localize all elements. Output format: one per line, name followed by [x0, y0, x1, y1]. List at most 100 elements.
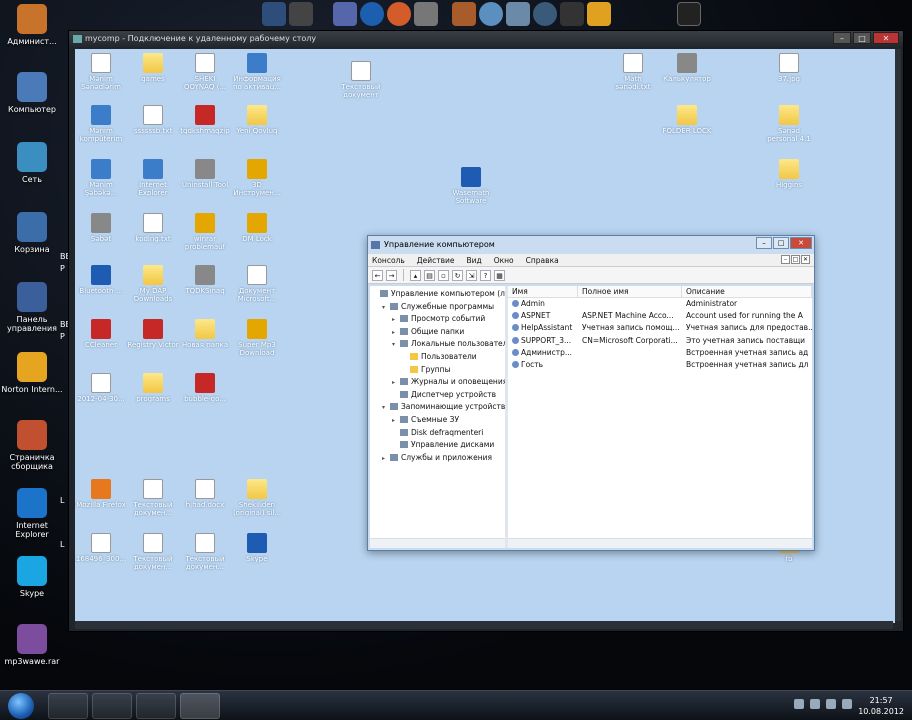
tools-icon[interactable] — [452, 2, 476, 26]
remote-desktop-icon-20[interactable]: Səbət — [75, 213, 127, 243]
tray-arrow-icon[interactable] — [794, 699, 804, 709]
remote-desktop-icon-42[interactable]: Skype — [231, 533, 283, 563]
cm-minimize-button[interactable]: – — [756, 237, 772, 249]
user-row[interactable]: HelpAssistant Учетная запись помощ... Учет… — [508, 322, 812, 334]
desktop-icon-1[interactable]: Компьютер — [1, 72, 63, 114]
remote-desktop-icon-11[interactable]: Yeni Qovluq — [231, 105, 283, 135]
user-row[interactable]: Администр... Встроенная учетная запись ад — [508, 347, 812, 359]
forward-icon[interactable]: → — [386, 269, 397, 281]
remote-desktop-icon-24[interactable]: Bluetooth-... — [75, 265, 127, 295]
tree-scrollbar[interactable] — [370, 538, 505, 548]
tree-item[interactable]: Disk defraqmenteri — [370, 427, 505, 440]
tree-item[interactable]: Пользователи — [370, 351, 505, 364]
speedometer-icon[interactable] — [533, 2, 557, 26]
remote-desktop-icon-13[interactable]: Sənəd personal 4.1 — [763, 105, 815, 143]
remote-desktop-icon[interactable] — [180, 693, 220, 719]
tree-item[interactable]: ▸ Журналы и оповещения — [370, 376, 505, 389]
paint-icon[interactable] — [136, 693, 176, 719]
gamepad-icon[interactable] — [333, 2, 357, 26]
expand-icon[interactable]: ▸ — [382, 453, 390, 466]
tree-item[interactable]: ▸ Общие папки — [370, 326, 505, 339]
monitor-icon[interactable] — [289, 2, 313, 26]
remote-desktop-icon-0[interactable]: Mənim Sənədlərim — [75, 53, 127, 91]
remote-desktop-icon-41[interactable]: Текстовый докумен... — [179, 533, 231, 571]
rdp-horizontal-scrollbar[interactable] — [75, 621, 893, 629]
desktop-icon-2[interactable]: Сеть — [1, 142, 63, 184]
remote-desktop-icon-39[interactable]: 168496_300... — [75, 533, 127, 563]
close-button[interactable]: ✕ — [873, 32, 899, 44]
tree-item[interactable]: Диспетчер устройств — [370, 389, 505, 402]
remote-desktop-icon-10[interactable]: tqdkshmaqzip — [179, 105, 231, 135]
remote-desktop-icon-12[interactable]: FOLDER LOCK — [661, 105, 713, 135]
calculator-icon[interactable] — [414, 2, 438, 26]
media-player-icon[interactable] — [360, 2, 384, 26]
checkbox-icon[interactable] — [677, 2, 701, 26]
child-restore-button[interactable]: □ — [791, 255, 800, 264]
desktop-icon-8[interactable]: Skype — [1, 556, 63, 598]
user-row[interactable]: Гость Встроенная учетная запись дл — [508, 359, 812, 371]
clock[interactable]: 21:57 10.08.2012 — [858, 695, 904, 717]
column-name[interactable]: Имя — [508, 286, 578, 297]
remote-desktop-icon-5[interactable]: Math sənədi.txt — [607, 53, 659, 91]
desktop-icon-6[interactable]: Страничка сборщика — [1, 420, 63, 471]
globe-icon[interactable] — [479, 2, 503, 26]
cm-maximize-button[interactable]: □ — [773, 237, 789, 249]
rdp-vertical-scrollbar[interactable] — [895, 49, 901, 621]
properties-icon[interactable]: ▫ — [438, 269, 449, 281]
remote-desktop-icon-15[interactable]: Internet Explorer — [127, 159, 179, 197]
desktop-icon-5[interactable]: Norton Intern... — [1, 352, 63, 394]
help-icon[interactable]: ? — [480, 269, 491, 281]
desktop-icon-0[interactable]: Админист... — [1, 4, 63, 46]
view-icon[interactable]: ▦ — [494, 269, 505, 281]
maximize-button[interactable]: □ — [853, 32, 871, 44]
terminal-icon[interactable] — [560, 2, 584, 26]
tree-item[interactable]: Управление компьютером (лок — [370, 288, 505, 301]
child-minimize-button[interactable]: – — [781, 255, 790, 264]
network-icon[interactable] — [506, 2, 530, 26]
remote-desktop-icon-30[interactable]: Новая папка — [179, 319, 231, 349]
menu-item-2[interactable]: Вид — [467, 256, 482, 265]
remote-desktop-icon-26[interactable]: TQDKSınaq — [179, 265, 231, 295]
windows-flag-icon[interactable] — [587, 2, 611, 26]
remote-desktop-icon-18[interactable]: Wasemath Software — [445, 167, 497, 205]
remote-desktop-icon-33[interactable]: programs — [127, 373, 179, 403]
tree-item[interactable]: ▸ Просмотр событий — [370, 313, 505, 326]
desktop-icon-3[interactable]: Корзина — [1, 212, 63, 254]
back-icon[interactable]: ← — [372, 269, 383, 281]
show-tree-icon[interactable]: ▤ — [424, 269, 435, 281]
tree-item[interactable]: ▸ Съемные ЗУ — [370, 414, 505, 427]
paint-icon[interactable] — [387, 2, 411, 26]
start-button[interactable] — [8, 693, 34, 719]
remote-desktop-icon-29[interactable]: Registry Victor — [127, 319, 179, 349]
rdp-title-bar[interactable]: mycomp - Подключение к удаленному рабоче… — [69, 31, 903, 47]
tree-item[interactable]: Группы — [370, 364, 505, 377]
explorer-icon[interactable] — [48, 693, 88, 719]
app-icon[interactable] — [262, 2, 286, 26]
remote-desktop-icon-32[interactable]: 2012-04-30... — [75, 373, 127, 403]
user-row[interactable]: Admin Administrator — [508, 298, 812, 310]
menu-item-3[interactable]: Окно — [494, 256, 514, 265]
remote-desktop-icon-27[interactable]: Документ Microsoft... — [231, 265, 283, 303]
user-row[interactable]: SUPPORT_3... CN=Microsoft Corporati... Это… — [508, 335, 812, 347]
desktop-icon-7[interactable]: Internet Explorer — [1, 488, 63, 539]
refresh-icon[interactable]: ↻ — [452, 269, 463, 281]
remote-desktop-icon-1[interactable]: games — [127, 53, 179, 83]
remote-desktop-icon-8[interactable]: Mənim kompüterim — [75, 105, 127, 143]
tree-item[interactable]: ▾ Локальные пользовател — [370, 338, 505, 351]
cm-title-bar[interactable]: Управление компьютером – □ ✕ — [368, 236, 814, 254]
list-scrollbar[interactable] — [508, 538, 812, 548]
tree-item[interactable]: ▸ Службы и приложения — [370, 452, 505, 465]
tree-item[interactable]: Управление дисками — [370, 439, 505, 452]
remote-desktop-icon-16[interactable]: Uninstall Tool — [179, 159, 231, 189]
up-folder-icon[interactable]: ▴ — [410, 269, 421, 281]
remote-desktop-icon-34[interactable]: bubble-go... — [179, 373, 231, 403]
remote-desktop-icon-14[interactable]: Mənim Şəbəkə... — [75, 159, 127, 197]
tray-flag-icon[interactable] — [810, 699, 820, 709]
remote-desktop-icon-31[interactable]: Super Mp3 Download — [231, 319, 283, 357]
cm-close-button[interactable]: ✕ — [790, 237, 812, 249]
remote-desktop-icon-6[interactable]: Калькулятор — [661, 53, 713, 83]
menu-item-1[interactable]: Действие — [417, 256, 455, 265]
remote-desktop-icon-40[interactable]: Текстовый докумен... — [127, 533, 179, 571]
tree-item[interactable]: ▾ Служебные программы — [370, 301, 505, 314]
remote-desktop-icon-7[interactable]: 37.jpg — [763, 53, 815, 83]
